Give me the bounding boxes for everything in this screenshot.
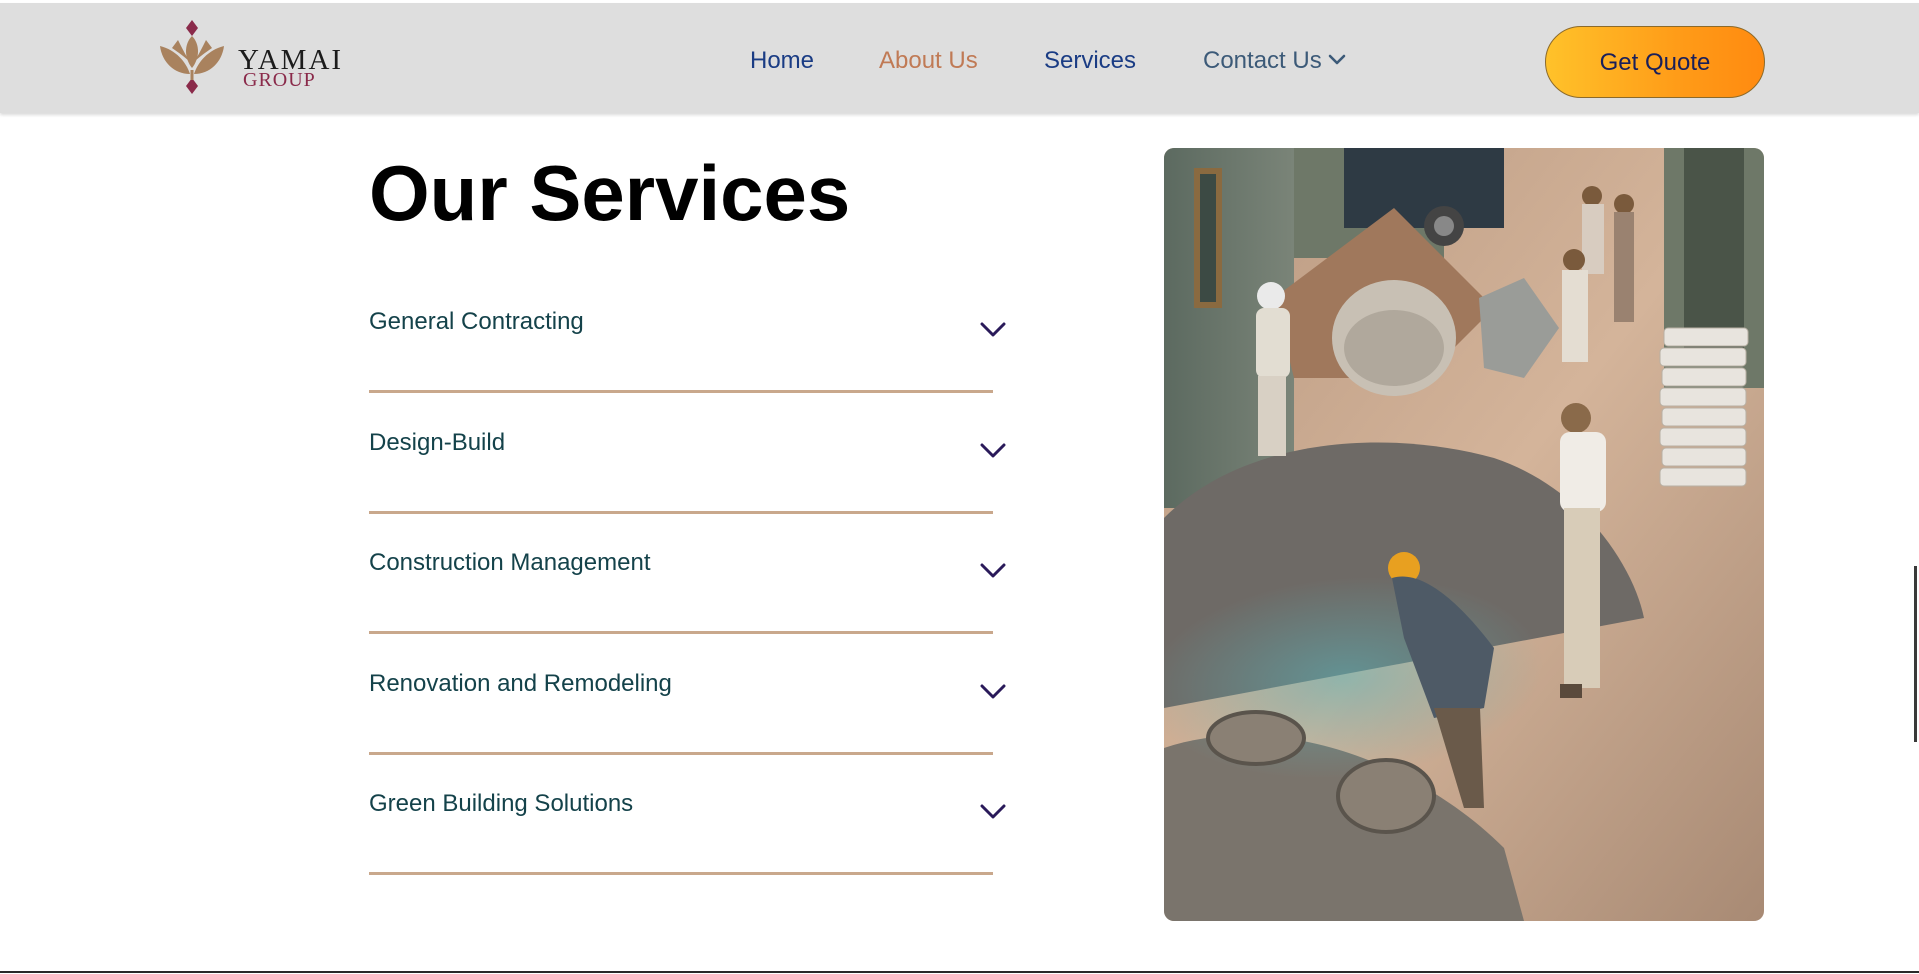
accordion-item-construction-management[interactable]: Construction Management bbox=[369, 513, 1019, 634]
nav-link-about[interactable]: About Us bbox=[879, 46, 978, 76]
chevron-down-icon[interactable] bbox=[980, 563, 1006, 579]
accordion-item-green-building[interactable]: Green Building Solutions bbox=[369, 754, 1019, 875]
chevron-down-icon[interactable] bbox=[980, 322, 1006, 338]
get-quote-button[interactable]: Get Quote bbox=[1545, 26, 1765, 98]
nav-link-services[interactable]: Services bbox=[1044, 46, 1136, 76]
site-header: YAMAI GROUP Home About Us Services Conta… bbox=[0, 3, 1919, 113]
accordion-item-label: General Contracting bbox=[369, 308, 584, 335]
photo-illustration bbox=[1164, 148, 1764, 921]
accordion-item-label: Construction Management bbox=[369, 549, 651, 576]
chevron-down-icon[interactable] bbox=[980, 684, 1006, 700]
section-divider bbox=[0, 971, 1919, 973]
nav-link-contact-label: Contact Us bbox=[1203, 47, 1322, 74]
chevron-down-icon bbox=[1328, 54, 1346, 64]
accordion-item-renovation-remodeling[interactable]: Renovation and Remodeling bbox=[369, 634, 1019, 755]
brand-subtitle: GROUP bbox=[243, 69, 316, 91]
construction-workers-photo bbox=[1164, 148, 1764, 921]
scrollbar-thumb[interactable] bbox=[1914, 566, 1917, 742]
accordion-item-design-build[interactable]: Design-Build bbox=[369, 393, 1019, 514]
chevron-down-icon[interactable] bbox=[980, 804, 1006, 820]
accordion-item-label: Renovation and Remodeling bbox=[369, 669, 672, 697]
page: YAMAI GROUP Home About Us Services Conta… bbox=[0, 0, 1919, 974]
lotus-icon bbox=[160, 20, 224, 94]
services-accordion: General Contracting Design-Build Constru… bbox=[369, 272, 1019, 875]
accordion-item-general-contracting[interactable]: General Contracting bbox=[369, 272, 1019, 393]
accordion-item-label: Design-Build bbox=[369, 428, 506, 456]
page-title: Our Services bbox=[369, 149, 851, 237]
divider bbox=[369, 872, 993, 875]
nav-link-home[interactable]: Home bbox=[750, 46, 814, 76]
accordion-item-label: Green Building Solutions bbox=[369, 790, 634, 817]
nav-link-contact[interactable]: Contact Us bbox=[1203, 46, 1346, 76]
chevron-down-icon[interactable] bbox=[980, 443, 1006, 459]
brand-logo[interactable]: YAMAI GROUP bbox=[156, 18, 346, 98]
